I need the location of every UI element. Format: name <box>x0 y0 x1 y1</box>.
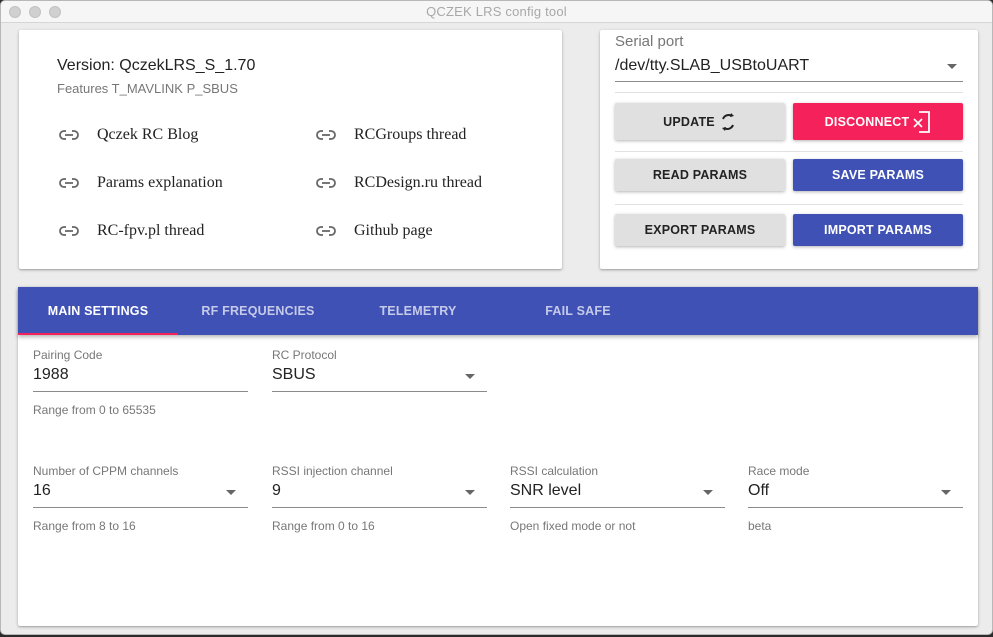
cppm-channels-select[interactable]: 16 <box>33 480 248 508</box>
cppm-channels-help: Range from 8 to 16 <box>33 519 136 533</box>
rc-protocol-label: RC Protocol <box>272 348 337 362</box>
tab-telemetry[interactable]: TELEMETRY <box>338 287 498 335</box>
link-label: Qczek RC Blog <box>97 126 199 143</box>
serial-port-label: Serial port <box>615 33 684 50</box>
tab-bar: MAIN SETTINGS RF FREQUENCIES TELEMETRY F… <box>18 287 978 335</box>
link-rc-fpv[interactable]: RC-fpv.pl thread <box>59 222 204 240</box>
rssi-channel-select[interactable]: 9 <box>272 480 487 508</box>
firmware-version: Version: QczekLRS_S_1.70 <box>57 57 256 74</box>
link-qczek-blog[interactable]: Qczek RC Blog <box>59 126 198 144</box>
link-rcdesign[interactable]: RCDesign.ru thread <box>316 174 482 192</box>
info-card: Version: QczekLRS_S_1.70 Features T_MAVL… <box>19 30 562 269</box>
link-params-explanation[interactable]: Params explanation <box>59 174 223 192</box>
link-rcgroups[interactable]: RCGroups thread <box>316 126 466 144</box>
rssi-calc-label: RSSI calculation <box>510 464 599 478</box>
rssi-calc-value: SNR level <box>510 482 582 499</box>
link-icon <box>59 226 79 236</box>
firmware-features: Features T_MAVLINK P_SBUS <box>57 81 238 96</box>
serial-port-card: Serial port /dev/tty.SLAB_USBtoUART UPDA… <box>600 30 978 269</box>
chevron-down-icon <box>465 374 475 379</box>
tab-rf-frequencies[interactable]: RF FREQUENCIES <box>178 287 338 335</box>
link-icon <box>316 130 336 140</box>
cppm-channels-label: Number of CPPM channels <box>33 464 179 478</box>
pairing-code-label: Pairing Code <box>33 348 103 362</box>
race-mode-label: Race mode <box>748 464 810 478</box>
chevron-down-icon <box>947 64 957 69</box>
link-icon <box>59 130 79 140</box>
update-button-label: UPDATE <box>663 114 715 129</box>
pairing-code-input[interactable]: 1988 <box>33 364 248 392</box>
maximize-window-button[interactable] <box>49 6 61 18</box>
link-label: RC-fpv.pl thread <box>97 222 205 239</box>
rc-protocol-value: SBUS <box>272 366 316 383</box>
race-mode-select[interactable]: Off <box>748 480 963 508</box>
settings-card: MAIN SETTINGS RF FREQUENCIES TELEMETRY F… <box>18 287 978 626</box>
read-params-button[interactable]: READ PARAMS <box>615 159 785 191</box>
rssi-channel-value: 9 <box>272 482 281 499</box>
race-mode-value: Off <box>748 482 770 499</box>
chevron-down-icon <box>941 490 951 495</box>
close-window-button[interactable] <box>9 6 21 18</box>
divider <box>615 151 963 152</box>
window-title: QCZEK LRS config tool <box>426 4 567 19</box>
link-label: Params explanation <box>97 174 223 191</box>
divider <box>615 92 963 93</box>
link-icon <box>59 178 79 188</box>
race-mode-help: beta <box>748 519 772 533</box>
link-label: RCGroups thread <box>354 126 467 143</box>
pairing-code-help: Range from 0 to 65535 <box>33 403 156 417</box>
refresh-icon <box>721 112 734 131</box>
window-controls <box>9 6 61 18</box>
rssi-channel-help: Range from 0 to 16 <box>272 519 375 533</box>
disconnect-button-label: DISCONNECT <box>824 114 910 129</box>
disconnect-button[interactable]: DISCONNECT <box>793 103 963 140</box>
rc-protocol-select[interactable]: SBUS <box>272 364 487 392</box>
link-github[interactable]: Github page <box>316 222 433 240</box>
minimize-window-button[interactable] <box>29 6 41 18</box>
chevron-down-icon <box>703 490 713 495</box>
rssi-calc-help: Open fixed mode or not <box>510 519 636 533</box>
link-label: Github page <box>354 222 433 239</box>
update-button[interactable]: UPDATE <box>615 103 785 140</box>
export-params-button[interactable]: EXPORT PARAMS <box>615 214 785 246</box>
serial-port-value: /dev/tty.SLAB_USBtoUART <box>615 57 810 74</box>
tab-main-settings[interactable]: MAIN SETTINGS <box>18 287 178 335</box>
save-params-button[interactable]: SAVE PARAMS <box>793 159 963 191</box>
title-bar: QCZEK LRS config tool <box>1 1 992 23</box>
divider <box>615 204 963 205</box>
link-icon <box>316 178 336 188</box>
cppm-channels-value: 16 <box>33 482 51 499</box>
pairing-code-value: 1988 <box>33 366 69 383</box>
import-params-button[interactable]: IMPORT PARAMS <box>793 214 963 246</box>
link-icon <box>316 226 336 236</box>
rssi-calc-select[interactable]: SNR level <box>510 480 725 508</box>
disconnect-device-icon <box>913 110 931 133</box>
chevron-down-icon <box>465 490 475 495</box>
serial-port-select[interactable]: /dev/tty.SLAB_USBtoUART <box>615 54 963 82</box>
tab-fail-safe[interactable]: FAIL SAFE <box>498 287 658 335</box>
chevron-down-icon <box>226 490 236 495</box>
rssi-channel-label: RSSI injection channel <box>272 464 393 478</box>
link-label: RCDesign.ru thread <box>354 174 482 191</box>
app-window: QCZEK LRS config tool Version: QczekLRS_… <box>0 0 993 635</box>
